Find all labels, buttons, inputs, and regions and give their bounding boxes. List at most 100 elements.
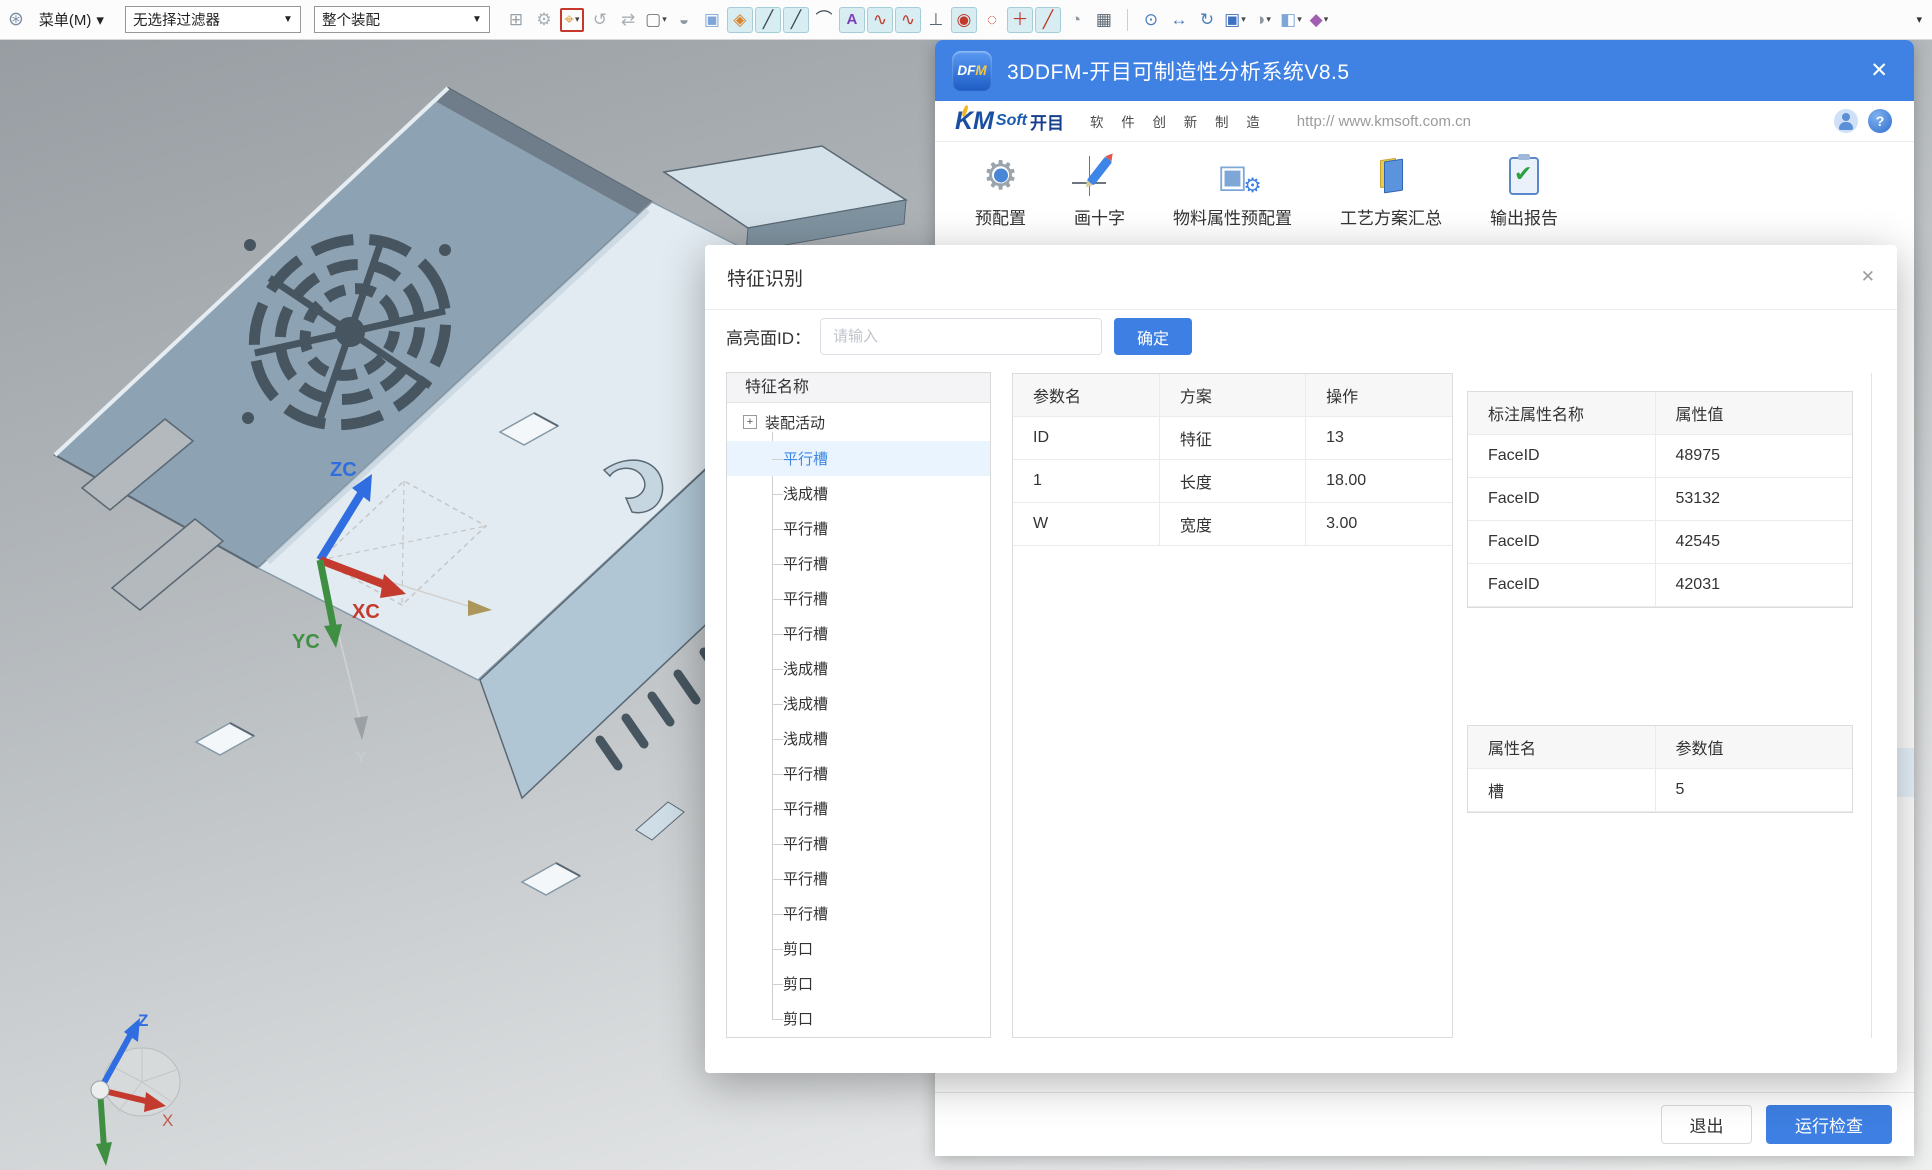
tree-item[interactable]: 平行槽 [727, 616, 990, 651]
panel-title: 3DDFM-开目可制造性分析系统V8.5 [1007, 56, 1350, 86]
highlight-id-input[interactable] [820, 318, 1102, 355]
move-component-icon[interactable]: ⇄ [615, 7, 641, 33]
panel-close-icon[interactable]: ✕ [1870, 58, 1888, 83]
orient-view-icon[interactable]: ◆▾ [1306, 7, 1332, 33]
output-report-button[interactable]: ✔ 输出报告 [1466, 152, 1582, 229]
action-label: 输出报告 [1490, 204, 1558, 229]
snap-scope-filter-icon[interactable]: ⌖▾ [559, 7, 585, 33]
cell: 特征 [1159, 416, 1305, 459]
preconfig-button[interactable]: ⚙ 预配置 [951, 152, 1050, 229]
brand-url[interactable]: http:// www.kmsoft.com.cn [1297, 113, 1471, 130]
shaded-display-icon[interactable]: ◒ [671, 7, 697, 33]
dialog-close-icon[interactable]: ✕ [1861, 267, 1875, 287]
cell: 48975 [1655, 434, 1852, 477]
menu-label: 菜单(M) [39, 9, 92, 30]
pan-view-icon[interactable]: ↔ [1166, 7, 1192, 33]
table-row[interactable]: FaceID48975 [1468, 434, 1852, 477]
tree-item[interactable]: 浅成槽 [727, 721, 990, 756]
fit-view-icon[interactable]: ▣▾ [1222, 7, 1248, 33]
confirm-button[interactable]: 确定 [1114, 318, 1192, 355]
snap-intersection-icon[interactable]: ＋ [1007, 7, 1033, 33]
tree-item[interactable]: 剪口 [727, 966, 990, 1001]
brand-slogan: 软 件 创 新 制 造 [1090, 111, 1267, 131]
table-row[interactable]: W宽度3.00 [1013, 502, 1452, 545]
rotate-view-icon[interactable]: ↻ [1194, 7, 1220, 33]
table-row[interactable]: FaceID42031 [1468, 563, 1852, 606]
snap-point-cluster-icon[interactable]: ◈ [727, 7, 753, 33]
snap-center-icon[interactable]: ◉ [951, 7, 977, 33]
toolbar-overflow-icon[interactable]: ▾ [1916, 13, 1922, 26]
table-row[interactable]: 槽5 [1468, 768, 1852, 811]
tree-item[interactable]: 剪口 [727, 931, 990, 966]
exit-button[interactable]: 退出 [1661, 1105, 1752, 1144]
tree-item[interactable]: 平行槽 [727, 546, 990, 581]
zoom-view-icon[interactable]: ⊙ [1138, 7, 1164, 33]
user-account-icon[interactable] [1834, 109, 1858, 133]
table-row[interactable]: 1长度18.00 [1013, 459, 1452, 502]
menu-button[interactable]: 菜单(M) ▾ [31, 6, 112, 33]
material-attr-preconfig-button[interactable]: ▣⚙ 物料属性预配置 [1149, 152, 1316, 229]
parameter-table: 参数名方案操作ID特征131长度18.00W宽度3.00 [1013, 374, 1452, 546]
chevron-down-icon: ▾ [96, 11, 104, 29]
tree-item[interactable]: 平行槽 [727, 826, 990, 861]
table-row[interactable]: ID特征13 [1013, 416, 1452, 459]
rect-select-icon[interactable]: ▢▾ [643, 7, 669, 33]
bounding-box-icon[interactable]: ▣ [699, 7, 725, 33]
tree-item-label: 平行槽 [783, 868, 828, 889]
snap-quadrant-icon[interactable]: ◌ [979, 7, 1005, 33]
column-header: 参数值 [1655, 726, 1852, 768]
orientation-triad[interactable]: Z X Y [91, 1011, 180, 1170]
tree-item-label: 浅成槽 [783, 693, 828, 714]
chevron-down-icon: ▼ [283, 14, 293, 25]
snap-pole-icon[interactable]: A [839, 7, 865, 33]
cell: FaceID [1468, 563, 1655, 606]
cell: 宽度 [1159, 502, 1305, 545]
tree-item[interactable]: 平行槽 [727, 791, 990, 826]
selection-filter-select[interactable]: 无选择过滤器 ▼ [125, 6, 301, 33]
selection-scope-select[interactable]: 整个装配 ▼ [314, 6, 490, 33]
tree-item[interactable]: 浅成槽 [727, 686, 990, 721]
dfm-titlebar[interactable]: DFM 3DDFM-开目可制造性分析系统V8.5 ✕ [935, 40, 1914, 101]
snap-spline-icon[interactable]: ∿ [867, 7, 893, 33]
run-check-button[interactable]: 运行检查 [1766, 1105, 1892, 1144]
snap-face-icon[interactable]: ◔ [1063, 7, 1089, 33]
tree-item-label: 平行槽 [783, 448, 828, 469]
table-row[interactable]: FaceID42545 [1468, 520, 1852, 563]
rotate-component-icon[interactable]: ↺ [587, 7, 613, 33]
process-plan-summary-button[interactable]: 工艺方案汇总 [1316, 152, 1466, 229]
kmsoft-logo-kaimu: 开目 [1030, 109, 1064, 134]
tree-item[interactable]: 浅成槽 [727, 476, 990, 511]
snap-grid-icon[interactable]: ▦ [1091, 7, 1117, 33]
tree-item[interactable]: 平行槽 [727, 896, 990, 931]
help-icon[interactable]: ? [1868, 109, 1892, 133]
snap-point-on-curve-icon[interactable]: ╱ [1035, 7, 1061, 33]
snap-endpoint-icon[interactable]: ╱ [755, 7, 781, 33]
dfm-logo-icon: DFM [952, 51, 992, 91]
table-row[interactable]: FaceID53132 [1468, 477, 1852, 520]
tree-root-node[interactable]: + 装配活动 [727, 403, 990, 441]
header-row: 标注属性名称属性值 [1468, 392, 1852, 434]
wcs-y-label: YC [292, 631, 320, 653]
render-style-icon[interactable]: ◑▾ [1250, 7, 1276, 33]
draw-crosshair-button[interactable]: 画十字 [1050, 152, 1149, 229]
wrench-filter-icon[interactable]: ⚙ [531, 7, 557, 33]
tree-item[interactable]: 剪口 [727, 1001, 990, 1036]
expand-icon[interactable]: + [743, 415, 757, 429]
dfm-logo-df: DF [957, 63, 975, 78]
view-cube-icon[interactable]: ◧▾ [1278, 7, 1304, 33]
snap-arc-icon[interactable]: ⌒ [811, 7, 837, 33]
tree-item[interactable]: 平行槽 [727, 861, 990, 896]
tree-item[interactable]: 平行槽 [727, 756, 990, 791]
tree-item[interactable]: 浅成槽 [727, 651, 990, 686]
snap-axis-icon[interactable]: ⊥ [923, 7, 949, 33]
tree-item[interactable]: 平行槽 [727, 511, 990, 546]
tree-item[interactable]: 平行槽 [727, 441, 990, 476]
cell: ID [1013, 416, 1159, 459]
cell: FaceID [1468, 477, 1655, 520]
assembly-constraints-icon[interactable]: ⊞ [503, 7, 529, 33]
tree-item[interactable]: 平行槽 [727, 581, 990, 616]
cell: FaceID [1468, 520, 1655, 563]
tree-item-label: 浅成槽 [783, 728, 828, 749]
snap-midpoint-icon[interactable]: ╱ [783, 7, 809, 33]
snap-curve-icon[interactable]: ∿ [895, 7, 921, 33]
